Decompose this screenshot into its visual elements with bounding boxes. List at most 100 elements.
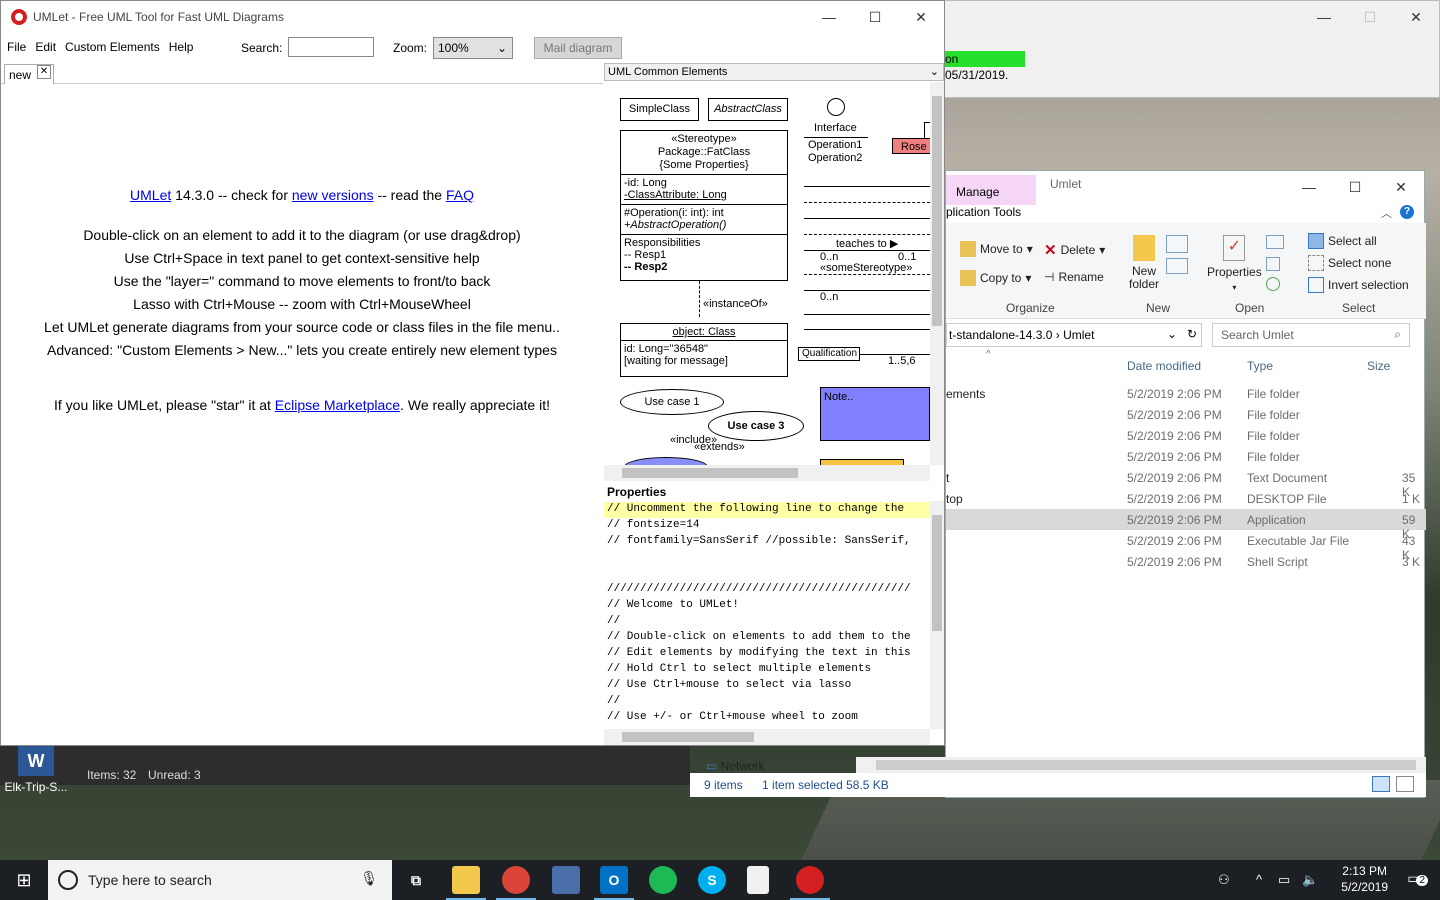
edit-icon[interactable] bbox=[1266, 257, 1280, 271]
tab-close-icon[interactable]: ✕ bbox=[37, 65, 51, 79]
minimize-icon[interactable]: — bbox=[1301, 1, 1347, 33]
palette-interface[interactable]: Interface bbox=[814, 122, 857, 134]
close-icon[interactable]: ✕ bbox=[1393, 1, 1439, 33]
address-bar[interactable]: t-standalone-14.3.0 › Umlet ⌄ ↻ bbox=[946, 323, 1202, 347]
instanceof-relation[interactable] bbox=[699, 281, 700, 317]
column-type[interactable]: Type bbox=[1247, 359, 1273, 373]
scrollbar-thumb[interactable] bbox=[622, 468, 798, 478]
file-explorer-icon[interactable] bbox=[452, 866, 480, 894]
history-icon[interactable] bbox=[1266, 277, 1280, 291]
close-icon[interactable]: ✕ bbox=[898, 1, 944, 33]
column-date-modified[interactable]: Date modified bbox=[1127, 359, 1201, 373]
file-explorer-window[interactable]: Manage Umlet — ☐ ✕ plication Tools ? ︿ M… bbox=[690, 170, 1426, 798]
relation-line[interactable] bbox=[804, 274, 930, 275]
file-row[interactable]: 5/2/2019 2:06 PM Shell Script 3 K bbox=[946, 551, 1426, 572]
properties-editor[interactable]: // Uncomment the following line to chang… bbox=[604, 501, 930, 729]
scrollbar-thumb[interactable] bbox=[622, 732, 754, 742]
close-icon[interactable]: ✕ bbox=[1378, 171, 1424, 203]
maximize-icon[interactable]: ☐ bbox=[852, 1, 898, 33]
palette-vertical-scrollbar[interactable] bbox=[930, 82, 944, 465]
minimize-icon[interactable]: — bbox=[1286, 171, 1332, 203]
invert-selection-button[interactable]: Invert selection bbox=[1308, 277, 1409, 293]
title-bar[interactable]: UMLet - Free UML Tool for Fast UML Diagr… bbox=[1, 1, 944, 33]
select-all-button[interactable]: Select all bbox=[1308, 233, 1377, 249]
relation-line[interactable] bbox=[804, 218, 930, 219]
copy-to-button[interactable]: Copy to ▾ bbox=[960, 270, 1031, 286]
collapse-ribbon-icon[interactable]: ︿ bbox=[1381, 205, 1392, 221]
help-icon[interactable]: ? bbox=[1400, 205, 1414, 219]
scrollbar-thumb[interactable] bbox=[876, 760, 1416, 770]
palette-horizontal-scrollbar[interactable] bbox=[604, 465, 930, 481]
umlet-window[interactable]: UMLet - Free UML Tool for Fast UML Diagr… bbox=[0, 0, 945, 746]
clock[interactable]: 2:13 PM 5/2/2019 bbox=[1341, 863, 1388, 895]
palette-qualification[interactable]: Qualification bbox=[798, 347, 860, 361]
menu-help[interactable]: Help bbox=[166, 40, 197, 54]
skype-icon[interactable]: S bbox=[698, 866, 726, 894]
file-row[interactable]: 5/2/2019 2:06 PM Application 59 K bbox=[946, 509, 1426, 541]
file-row[interactable]: 5/2/2019 2:06 PM File folder bbox=[946, 425, 1426, 446]
diagram-canvas[interactable]: UMLet 14.3.0 -- check for new versions -… bbox=[1, 85, 603, 745]
palette-note[interactable]: Note.. bbox=[820, 387, 930, 441]
palette-object[interactable]: object: Class id: Long="36548" [waiting … bbox=[620, 323, 788, 377]
move-to-button[interactable]: Move to ▾ bbox=[960, 241, 1033, 257]
background-window[interactable]: — ☐ ✕ on 05/31/2019. bbox=[940, 0, 1440, 98]
task-view-icon[interactable]: ⧉ bbox=[402, 866, 430, 894]
horizontal-scrollbar[interactable] bbox=[856, 757, 1426, 773]
palette-simple-class[interactable]: SimpleClass bbox=[620, 98, 699, 121]
open-icon[interactable] bbox=[1266, 235, 1284, 249]
people-icon[interactable]: ⚇ bbox=[1218, 872, 1230, 888]
mail-diagram-button[interactable]: Mail diagram bbox=[534, 37, 622, 59]
maximize-icon[interactable]: ☐ bbox=[1332, 171, 1378, 203]
file-row[interactable]: 5/2/2019 2:06 PM File folder bbox=[946, 404, 1426, 425]
outlook-icon[interactable]: O bbox=[600, 866, 628, 894]
menu-edit[interactable]: Edit bbox=[32, 40, 59, 54]
relation-line[interactable] bbox=[804, 234, 930, 235]
file-row[interactable]: ements 5/2/2019 2:06 PM File folder bbox=[946, 383, 1426, 404]
new-item-icon[interactable] bbox=[1166, 235, 1188, 253]
tab-application-tools[interactable]: plication Tools bbox=[946, 205, 1021, 219]
nav-network[interactable]: ▭ Network bbox=[706, 759, 765, 773]
properties-button[interactable]: ✓ Properties ▾ bbox=[1207, 235, 1262, 292]
properties-vertical-scrollbar[interactable] bbox=[930, 501, 944, 729]
network-status-icon[interactable]: ▭ bbox=[1278, 872, 1290, 888]
search-input[interactable] bbox=[288, 37, 374, 57]
large-icons-view-icon[interactable] bbox=[1396, 776, 1414, 792]
palette-use-case-1[interactable]: Use case 1 bbox=[620, 389, 724, 415]
spotify-icon[interactable] bbox=[649, 866, 677, 894]
relation-line[interactable] bbox=[804, 329, 930, 330]
desktop-icon-word-doc[interactable]: W Elk-Trip-S... bbox=[4, 746, 68, 794]
zoom-select[interactable]: 100% ⌄ bbox=[433, 37, 513, 59]
scrollbar-thumb[interactable] bbox=[932, 515, 942, 631]
palette-abstract-class[interactable]: AbstractClass bbox=[708, 98, 788, 121]
chevron-down-icon[interactable]: ⌄ bbox=[1167, 327, 1177, 341]
file-row[interactable]: 5/2/2019 2:06 PM File folder bbox=[946, 446, 1426, 467]
new-folder-button[interactable]: New folder bbox=[1129, 235, 1159, 291]
palette-selector[interactable]: UML Common Elements ⌄ bbox=[604, 63, 944, 81]
faq-link[interactable]: FAQ bbox=[446, 187, 474, 203]
palette-use-case-3[interactable]: Use case 3 bbox=[708, 411, 804, 441]
minimize-icon[interactable]: — bbox=[806, 1, 852, 33]
rename-button[interactable]: ⊣ Rename bbox=[1044, 270, 1104, 284]
palette-panel[interactable]: SimpleClass AbstractClass Interface Oper… bbox=[604, 82, 930, 465]
tray-chevron-icon[interactable]: ^ bbox=[1256, 872, 1262, 887]
refresh-icon[interactable]: ↻ bbox=[1187, 327, 1197, 341]
taskbar-search[interactable]: Type here to search 🎙 bbox=[48, 860, 392, 900]
relation-line[interactable] bbox=[804, 186, 930, 187]
file-row[interactable]: top 5/2/2019 2:06 PM DESKTOP File 1 K bbox=[946, 488, 1426, 509]
scrollbar-thumb[interactable] bbox=[932, 96, 942, 326]
chrome-icon[interactable] bbox=[502, 866, 530, 894]
properties-horizontal-scrollbar[interactable] bbox=[604, 729, 930, 745]
tab-manage[interactable]: Manage bbox=[946, 175, 1036, 205]
network-app-icon[interactable] bbox=[552, 866, 580, 894]
notifications-icon[interactable]: ▭2 bbox=[1407, 870, 1428, 887]
relation-line[interactable] bbox=[804, 202, 930, 203]
details-view-icon[interactable] bbox=[1372, 776, 1390, 792]
eclipse-marketplace-link[interactable]: Eclipse Marketplace bbox=[275, 397, 400, 413]
menu-custom-elements[interactable]: Custom Elements bbox=[62, 40, 163, 54]
volume-icon[interactable]: 🔈 bbox=[1302, 872, 1318, 888]
start-button[interactable]: ⊞ bbox=[0, 860, 48, 900]
search-input[interactable]: Search Umlet ⌕ bbox=[1212, 323, 1410, 347]
umlet-link[interactable]: UMLet bbox=[130, 187, 171, 203]
file-row[interactable]: 5/2/2019 2:06 PM Executable Jar File 43 K bbox=[946, 530, 1426, 562]
document-icon[interactable] bbox=[747, 866, 769, 894]
